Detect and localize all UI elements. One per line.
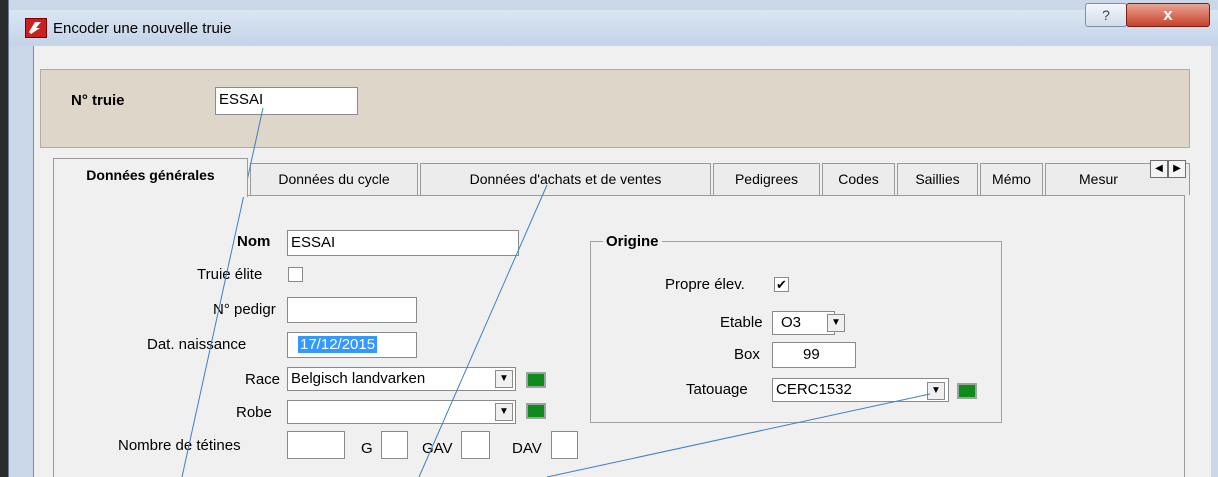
truie-number-input[interactable]: ESSAI — [215, 87, 358, 115]
box-input[interactable]: 99 — [772, 342, 856, 368]
origine-title: Origine — [603, 233, 662, 250]
tab-saillies[interactable]: Saillies — [897, 163, 978, 195]
tetines-label: Nombre de tétines — [118, 437, 241, 454]
robe-label: Robe — [236, 404, 272, 421]
box-label: Box — [734, 346, 760, 363]
etable-select[interactable]: O3 — [772, 311, 835, 335]
tatouage-select[interactable]: CERC1532 — [772, 378, 949, 402]
tab-scroll-right-icon[interactable]: ▶ — [1168, 160, 1186, 178]
tab-scroll-left-icon[interactable]: ◀ — [1150, 160, 1168, 178]
tetines-input[interactable] — [287, 431, 345, 459]
race-label: Race — [245, 371, 281, 388]
tetines-gav-label: GAV — [422, 440, 453, 457]
truie-elite-label: Truie élite — [197, 266, 263, 283]
race-dropdown-icon[interactable]: ▼ — [495, 370, 513, 388]
close-button[interactable]: x — [1126, 3, 1210, 27]
tatouage-color-swatch[interactable] — [957, 383, 977, 399]
robe-select[interactable] — [287, 400, 516, 424]
tab-donnees-generales[interactable]: Données générales — [53, 158, 248, 197]
robe-dropdown-icon[interactable]: ▼ — [495, 403, 513, 421]
tatouage-label: Tatouage — [686, 381, 748, 398]
tatouage-dropdown-icon[interactable]: ▼ — [927, 382, 945, 400]
window-title: Encoder une nouvelle truie — [53, 20, 232, 37]
propre-elev-checkbox[interactable]: ✔ — [774, 277, 789, 292]
naissance-label: Dat. naissance — [147, 336, 247, 353]
truie-elite-checkbox[interactable] — [288, 267, 303, 282]
truie-number-label: N° truie — [71, 92, 125, 109]
nom-input[interactable]: ESSAI — [287, 230, 519, 256]
background-window-edge — [0, 0, 8, 477]
pedigr-label: N° pedigr — [213, 301, 276, 318]
nom-label: Nom — [237, 233, 271, 250]
etable-label: Etable — [720, 314, 763, 331]
tetines-dav-label: DAV — [512, 440, 542, 457]
pedigr-input[interactable] — [287, 297, 417, 323]
tetines-dav-input[interactable] — [551, 431, 578, 459]
etable-dropdown-icon[interactable]: ▼ — [827, 314, 845, 332]
help-button[interactable]: ? — [1085, 3, 1127, 27]
truie-header-panel: N° truie ESSAI — [40, 69, 1190, 148]
race-select[interactable]: Belgisch landvarken — [287, 367, 516, 391]
naissance-input[interactable]: 17/12/2015 — [287, 332, 417, 358]
tab-codes[interactable]: Codes — [822, 163, 895, 195]
tab-donnees-achats-ventes[interactable]: Données d'achats et de ventes — [420, 163, 711, 195]
tab-pedigrees[interactable]: Pedigrees — [713, 163, 820, 195]
tetines-g-input[interactable] — [381, 431, 408, 459]
robe-color-swatch[interactable] — [526, 403, 546, 419]
naissance-value: 17/12/2015 — [298, 336, 378, 353]
tab-donnees-cycle[interactable]: Données du cycle — [250, 163, 418, 195]
race-color-swatch[interactable] — [526, 372, 546, 388]
tetines-g-label: G — [361, 440, 373, 457]
tab-memo[interactable]: Mémo — [980, 163, 1043, 195]
tetines-gav-input[interactable] — [461, 431, 490, 459]
propre-elev-label: Propre élev. — [665, 276, 745, 293]
app-icon — [25, 18, 47, 38]
